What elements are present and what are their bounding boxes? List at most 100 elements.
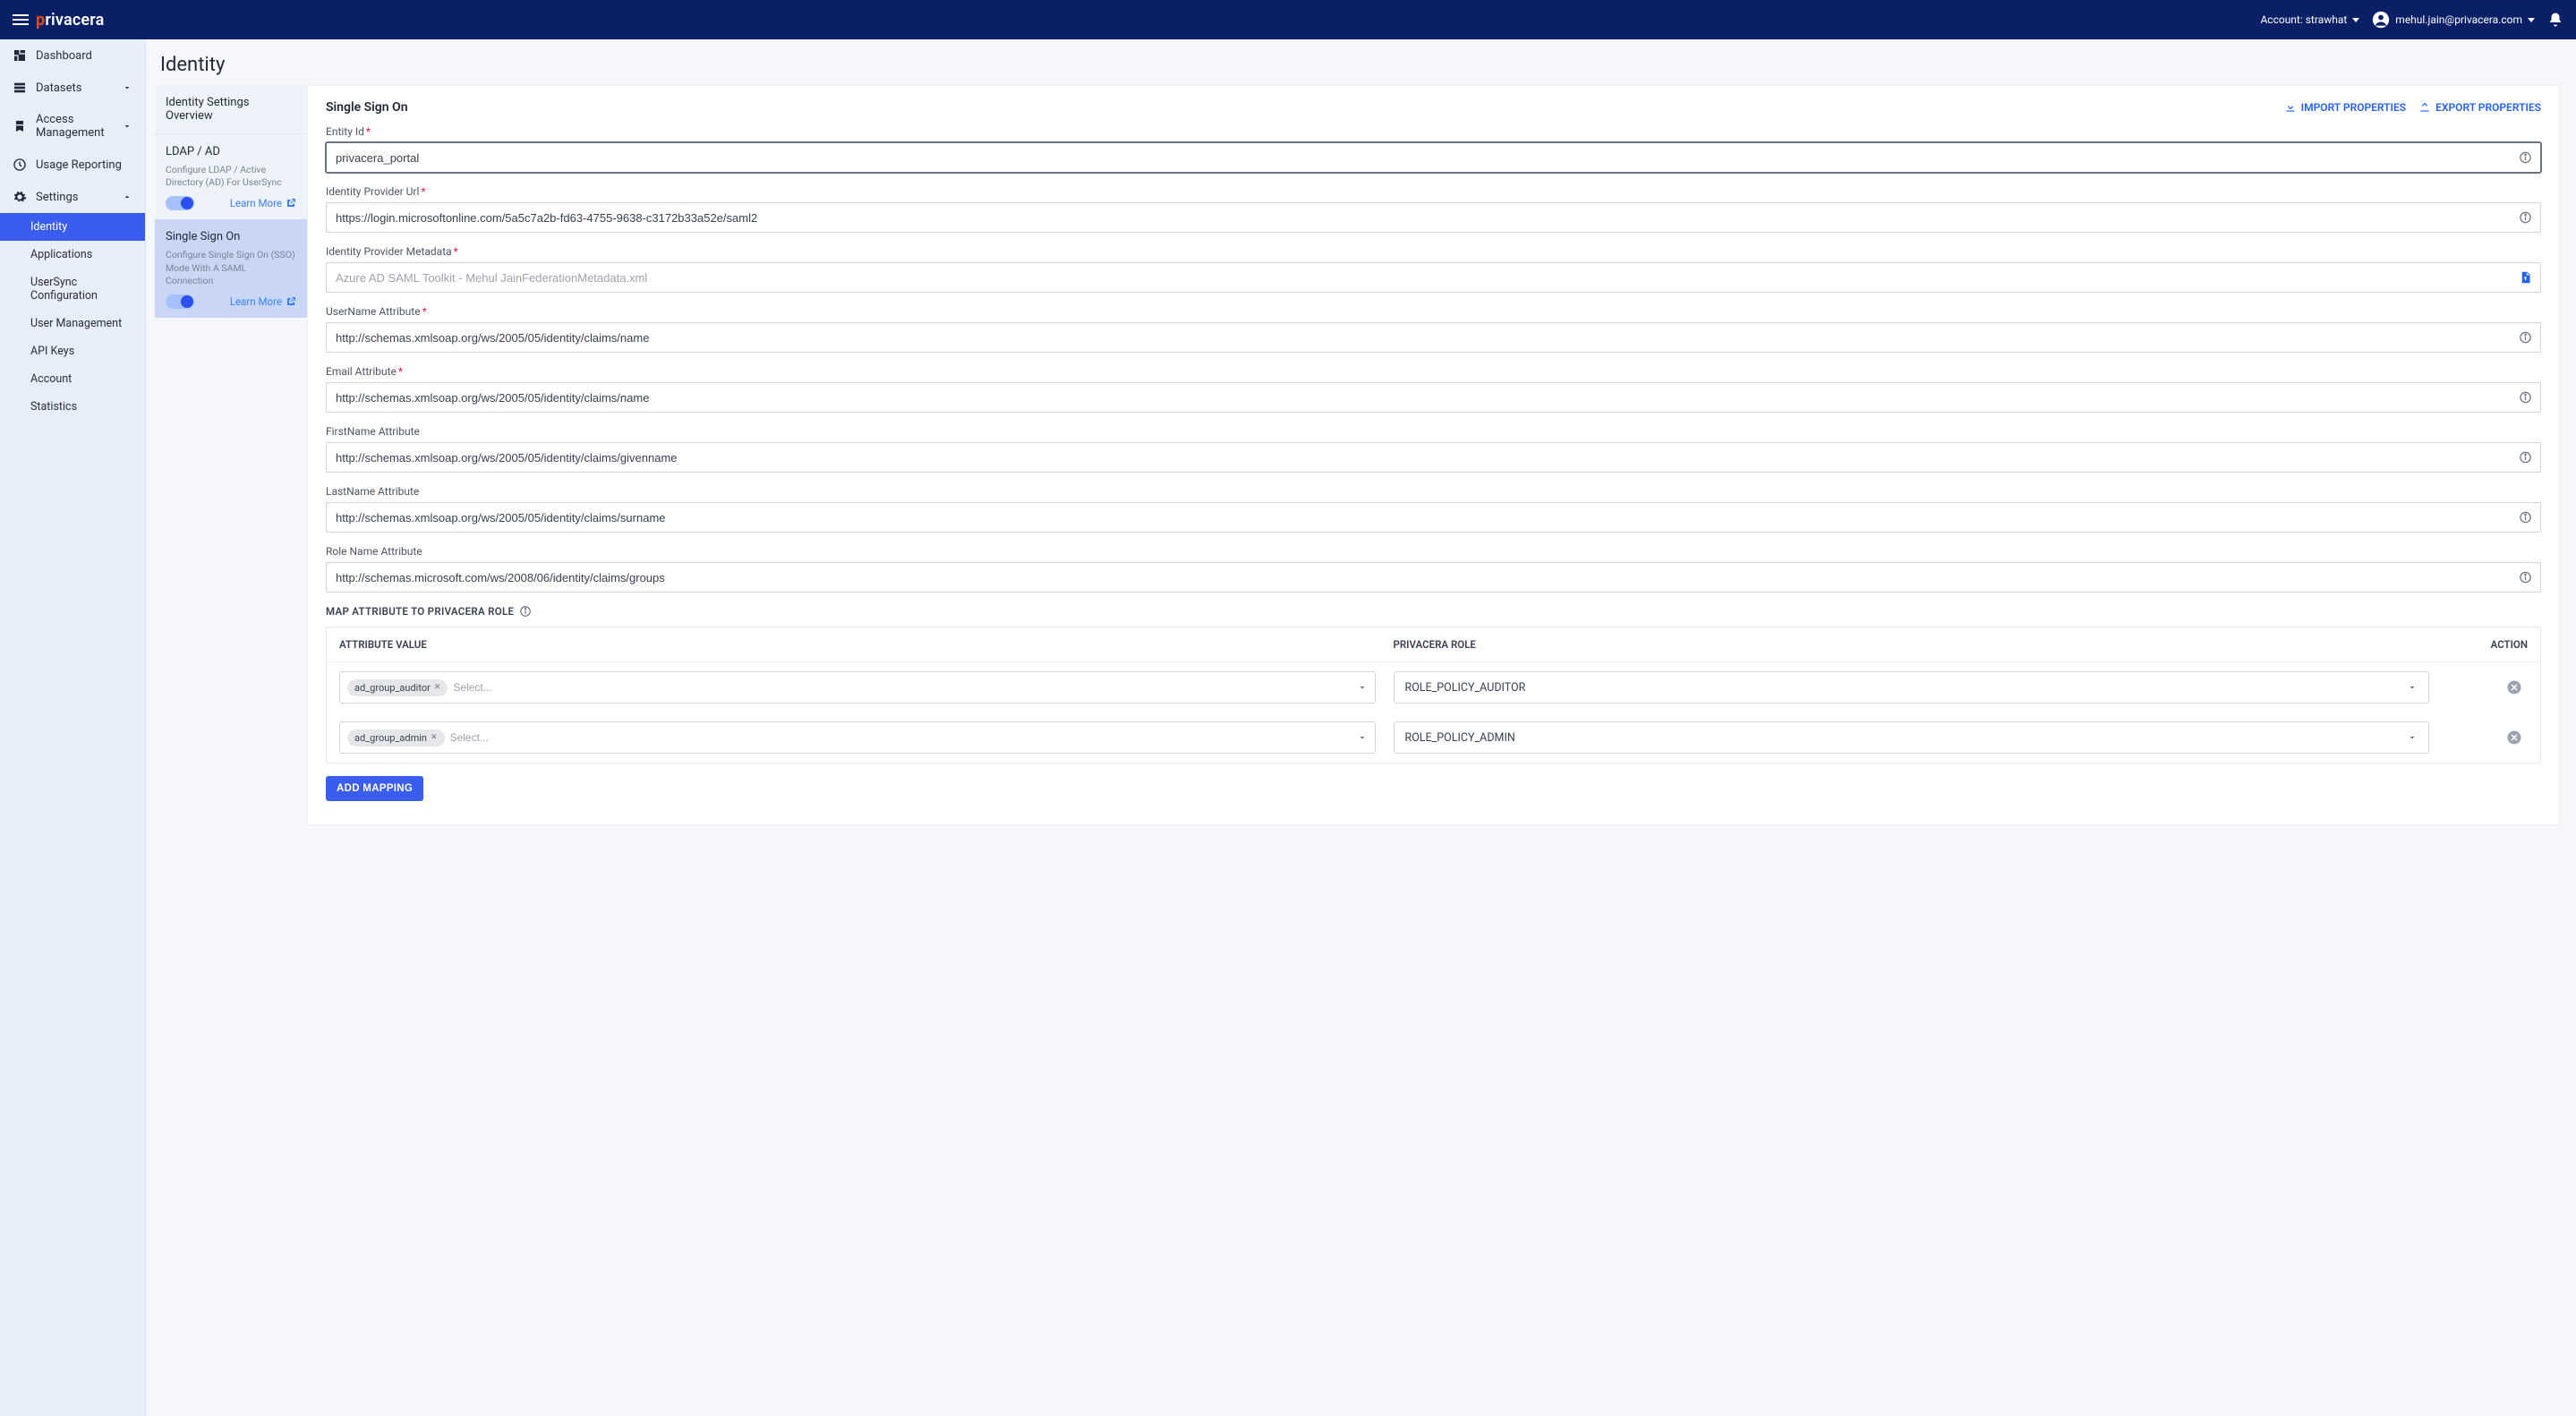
input-last-attr[interactable] — [326, 502, 2541, 533]
info-icon[interactable] — [2519, 511, 2532, 525]
add-mapping-button[interactable]: ADD MAPPING — [326, 776, 423, 801]
sidebar-item-settings[interactable]: Settings — [0, 181, 145, 213]
delete-icon[interactable] — [2506, 679, 2522, 695]
label-entity-id: Entity Id — [326, 125, 364, 138]
input-email-attr[interactable] — [326, 382, 2541, 413]
chevron-down-icon — [2528, 18, 2535, 22]
overview-header: Identity Settings Overview — [155, 85, 307, 134]
label-idp-url: Identity Provider Url — [326, 185, 419, 198]
form-card: Single Sign On IMPORT PROPERTIES EXPORT … — [307, 85, 2560, 825]
chip: ad_group_admin ✕ — [347, 729, 445, 746]
bell-icon[interactable] — [2547, 12, 2563, 28]
external-link-icon — [286, 198, 296, 209]
label-last-attr: LastName Attribute — [326, 485, 419, 498]
chevron-down-icon — [2407, 732, 2418, 743]
label-username-attr: UserName Attribute — [326, 305, 421, 318]
page-title: Identity — [146, 39, 2576, 85]
info-icon[interactable] — [2519, 151, 2532, 165]
reporting-icon — [13, 158, 27, 172]
sidebar-item-usersync[interactable]: UserSync Configuration — [0, 269, 145, 310]
input-entity-id[interactable] — [326, 142, 2541, 173]
close-icon[interactable]: ✕ — [434, 683, 441, 692]
sidebar-item-statistics[interactable]: Statistics — [0, 393, 145, 421]
overview-panel: Identity Settings Overview LDAP / AD Con… — [155, 85, 307, 318]
toggle-ldap[interactable] — [166, 196, 194, 210]
role-select[interactable]: ROLE_POLICY_ADMIN — [1394, 721, 2430, 754]
external-link-icon — [286, 296, 296, 307]
input-idp-meta[interactable] — [326, 262, 2541, 293]
col-role: PRIVACERA ROLE — [1394, 638, 2448, 651]
attr-value-select[interactable]: ad_group_admin ✕ — [339, 721, 1376, 754]
input-role-attr[interactable] — [326, 562, 2541, 593]
input-idp-url[interactable] — [326, 202, 2541, 233]
user-email: mehul.jain@privacera.com — [2395, 13, 2522, 26]
sidebar-item-identity[interactable]: Identity — [0, 213, 145, 241]
map-table: ATTRIBUTE VALUE PRIVACERA ROLE ACTION ad… — [326, 627, 2541, 763]
input-first-attr[interactable] — [326, 442, 2541, 473]
account-label: Account: strawhat — [2260, 13, 2347, 26]
sidebar-label: Usage Reporting — [36, 158, 132, 172]
sidebar-item-dashboard[interactable]: Dashboard — [0, 39, 145, 72]
learn-more-link[interactable]: Learn More — [230, 295, 296, 308]
sidebar-item-access-management[interactable]: Access Management — [0, 104, 145, 149]
brand-prefix: p — [36, 11, 45, 30]
table-row: ad_group_admin ✕ ROLE_POLICY_ADMIN — [327, 712, 2540, 763]
attr-value-select[interactable]: ad_group_auditor ✕ — [339, 671, 1376, 704]
import-properties-link[interactable]: IMPORT PROPERTIES — [2284, 101, 2406, 114]
user-menu[interactable]: mehul.jain@privacera.com — [2372, 11, 2535, 29]
upload-icon — [2418, 101, 2431, 114]
sidebar-item-usage-reporting[interactable]: Usage Reporting — [0, 149, 145, 181]
toggle-sso[interactable] — [166, 294, 194, 309]
close-icon[interactable]: ✕ — [431, 733, 438, 742]
info-icon[interactable] — [2519, 391, 2532, 405]
label-email-attr: Email Attribute — [326, 365, 397, 378]
chevron-down-icon — [2352, 18, 2359, 22]
card-sso[interactable]: Single Sign On Configure Single Sign On … — [155, 219, 307, 318]
label-idp-meta: Identity Provider Metadata — [326, 245, 452, 258]
label-role-attr: Role Name Attribute — [326, 545, 422, 558]
sidebar-item-user-management[interactable]: User Management — [0, 310, 145, 337]
info-icon[interactable] — [2519, 211, 2532, 225]
col-action: ACTION — [2447, 638, 2528, 651]
brand-rest: rivacera — [45, 11, 104, 30]
card-desc: Configure LDAP / Active Directory (AD) F… — [166, 164, 296, 189]
chip-input-field[interactable] — [450, 731, 1352, 744]
learn-more-link[interactable]: Learn More — [230, 197, 296, 209]
gear-icon — [13, 190, 27, 204]
info-icon[interactable] — [2519, 571, 2532, 584]
sidebar-item-api-keys[interactable]: API Keys — [0, 337, 145, 365]
info-icon[interactable] — [2519, 331, 2532, 345]
sidebar-label: Access Management — [36, 113, 113, 140]
sidebar-item-datasets[interactable]: Datasets — [0, 72, 145, 104]
sidenav: Dashboard Datasets Access Management Usa… — [0, 39, 146, 1416]
chip: ad_group_auditor ✕ — [347, 679, 448, 696]
appbar: privacera Account: strawhat mehul.jain@p… — [0, 0, 2576, 39]
download-icon — [2284, 101, 2297, 114]
dashboard-icon — [13, 48, 27, 63]
settings-subitems: Identity Applications UserSync Configura… — [0, 213, 145, 421]
sidebar-item-account[interactable]: Account — [0, 365, 145, 393]
card-title: Single Sign On — [166, 230, 296, 243]
card-title: LDAP / AD — [166, 145, 296, 158]
chip-input-field[interactable] — [453, 681, 1351, 694]
input-username-attr[interactable] — [326, 322, 2541, 353]
sidebar-item-applications[interactable]: Applications — [0, 241, 145, 269]
chevron-down-icon — [1357, 732, 1368, 743]
card-desc: Configure Single Sign On (SSO) Mode With… — [166, 249, 296, 287]
export-properties-link[interactable]: EXPORT PROPERTIES — [2418, 101, 2541, 114]
hamburger-icon[interactable] — [13, 11, 30, 29]
chevron-up-icon — [122, 192, 132, 202]
info-icon[interactable] — [519, 605, 532, 618]
avatar-icon — [2372, 11, 2390, 29]
card-ldap[interactable]: LDAP / AD Configure LDAP / Active Direct… — [155, 134, 307, 219]
brand-logo: privacera — [36, 11, 105, 30]
content-wrap: Identity Identity Settings Overview LDAP… — [146, 39, 2576, 1416]
datasets-icon — [13, 81, 27, 95]
sidebar-label: Dashboard — [36, 49, 132, 63]
delete-icon[interactable] — [2506, 729, 2522, 746]
map-section-title: MAP ATTRIBUTE TO PRIVACERA ROLE — [326, 605, 514, 618]
file-upload-icon[interactable] — [2519, 271, 2532, 285]
account-switcher[interactable]: Account: strawhat — [2260, 13, 2359, 26]
info-icon[interactable] — [2519, 451, 2532, 465]
role-select[interactable]: ROLE_POLICY_AUDITOR — [1394, 671, 2430, 704]
